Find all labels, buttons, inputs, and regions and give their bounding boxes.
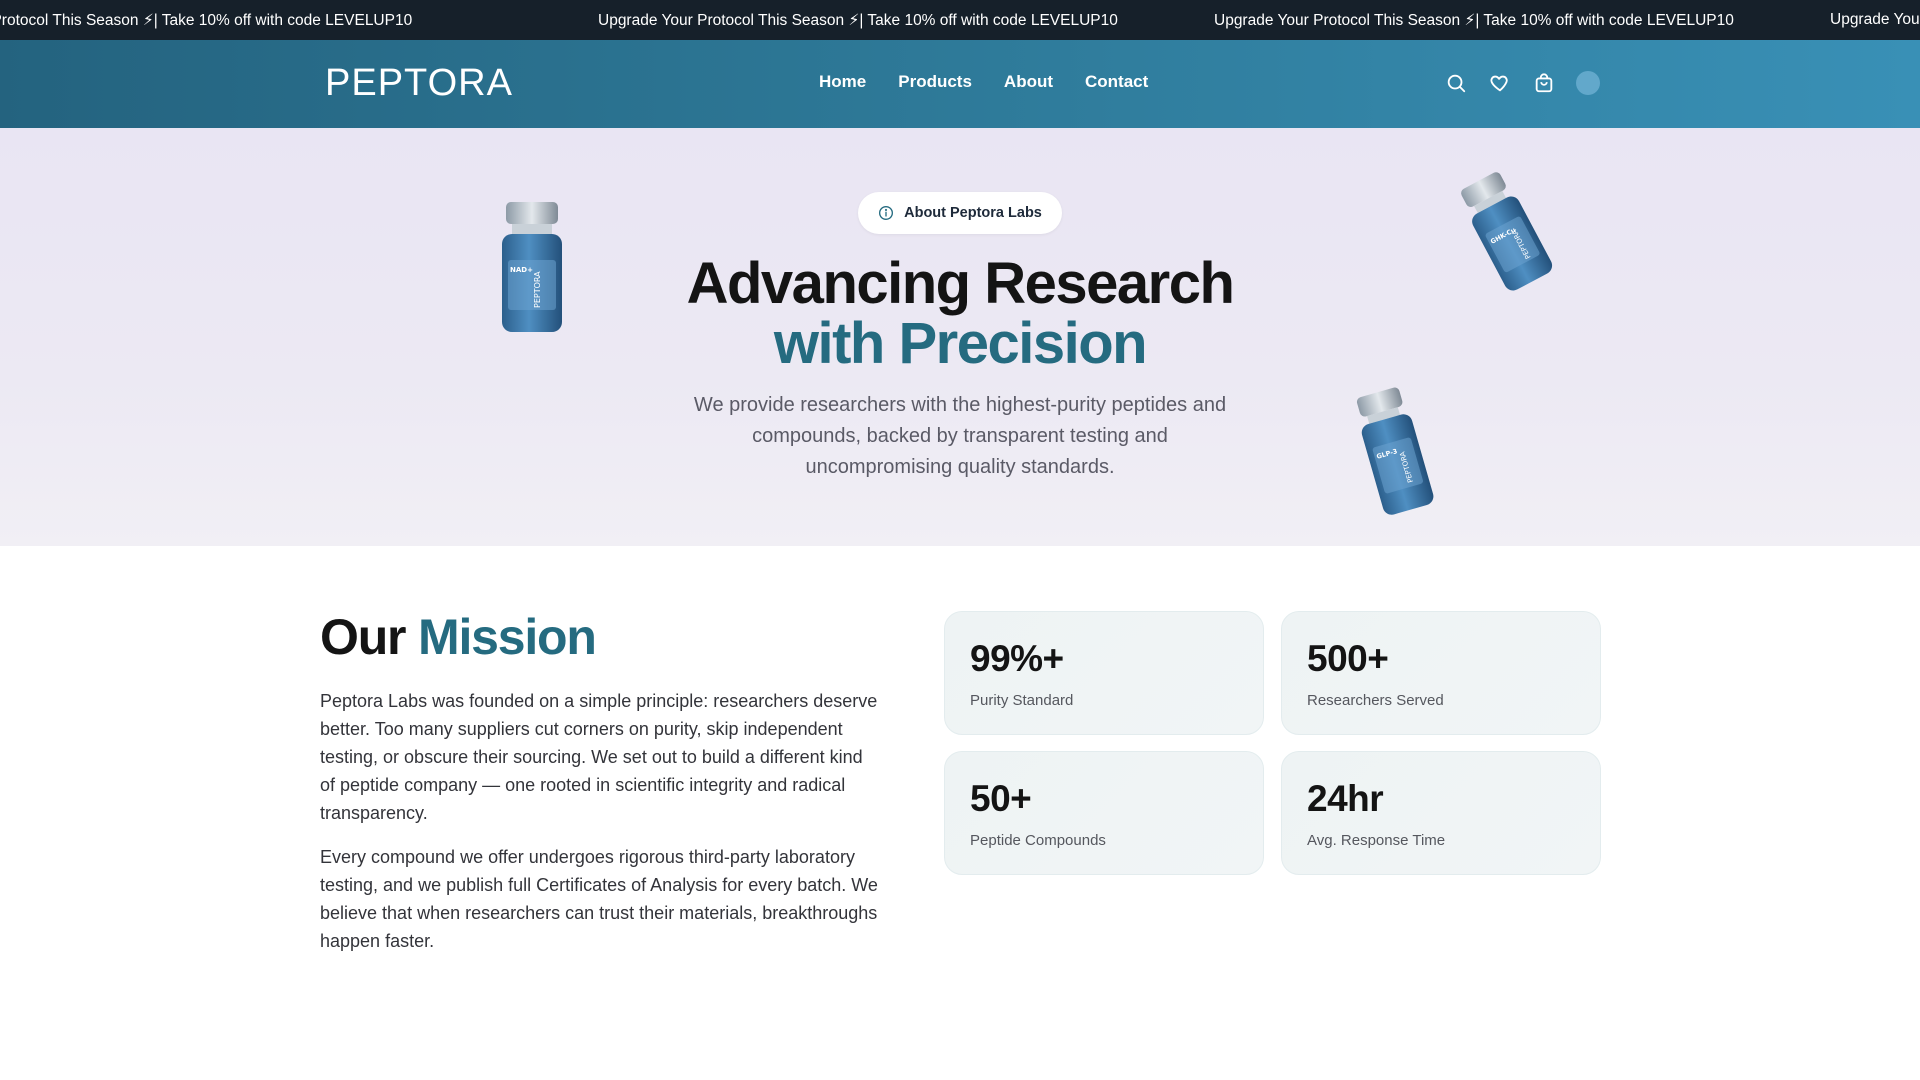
stat-value: 50+ [970,778,1032,819]
avatar[interactable] [1576,71,1600,95]
hero-title-line-1: Advancing Research [686,251,1235,316]
stat-card: 24hr Avg. Response Time [1281,751,1601,875]
announcement-item: Upgrade Your Protocol This Season ⚡| Tak… [1214,11,1734,29]
badge-label: About Peptora Labs [904,205,1042,221]
stat-card: 500+ Researchers Served [1281,611,1601,735]
stat-value: 24hr [1307,778,1384,819]
bag-icon[interactable] [1532,71,1556,95]
search-icon[interactable] [1444,71,1468,95]
nav-home-link[interactable]: Home [819,72,866,92]
mission-paragraph: Peptora Labs was founded on a simple pri… [320,691,878,823]
vial-image: NAD+ PEPTORA [502,202,562,332]
logo[interactable]: PEPTORA [325,62,513,105]
mission-paragraph: Every compound we offer undergoes rigoro… [320,847,878,951]
heart-icon[interactable] [1488,71,1512,95]
stat-label: Peptide Compounds [970,832,1106,849]
announcement-item: r Protocol This Season ⚡| Take 10% off w… [0,11,413,29]
info-icon [879,206,894,220]
vial-brand: PEPTORA [533,271,542,308]
site-header: PEPTORA Home Products About Contact [0,40,1920,128]
header-actions [1444,71,1600,95]
hero-title-line-2: with Precision [773,311,1148,376]
nav-contact-link[interactable]: Contact [1085,72,1148,92]
hero-section: About Peptora Labs Advancing Research wi… [0,128,1920,546]
stat-label: Researchers Served [1307,692,1444,709]
vial-image: GLP-3 PEPTORA [1356,387,1434,515]
announcement-track: r Protocol This Season ⚡| Take 10% off w… [0,0,1920,40]
vial-label: NAD+ [510,266,533,274]
nav-products-link[interactable]: Products [898,72,972,92]
stat-label: Avg. Response Time [1307,832,1446,849]
mission-title-part-2: Mission [418,609,597,665]
announcement-bar: r Protocol This Season ⚡| Take 10% off w… [0,0,1920,40]
announcement-item: Upgrade Your Protocol T [1830,11,1920,28]
mission-title: Our Mission [320,608,597,666]
announcement-item: Upgrade Your Protocol This Season ⚡| Tak… [598,11,1118,29]
mission-title-part-1: Our [320,609,407,665]
about-badge: About Peptora Labs [858,192,1062,234]
main-nav: Home Products About Contact [819,72,1180,92]
vial-image: GHK-Cu PEPTORA [1461,172,1553,291]
nav-about-link[interactable]: About [1004,72,1053,92]
stat-value: 500+ [1307,638,1389,679]
stat-card: 99%+ Purity Standard [944,611,1264,735]
stat-label: Purity Standard [970,692,1074,709]
stat-card: 50+ Peptide Compounds [944,751,1264,875]
hero-subtitle: We provide researchers with the highest-… [693,394,1227,478]
stat-value: 99%+ [970,638,1064,679]
